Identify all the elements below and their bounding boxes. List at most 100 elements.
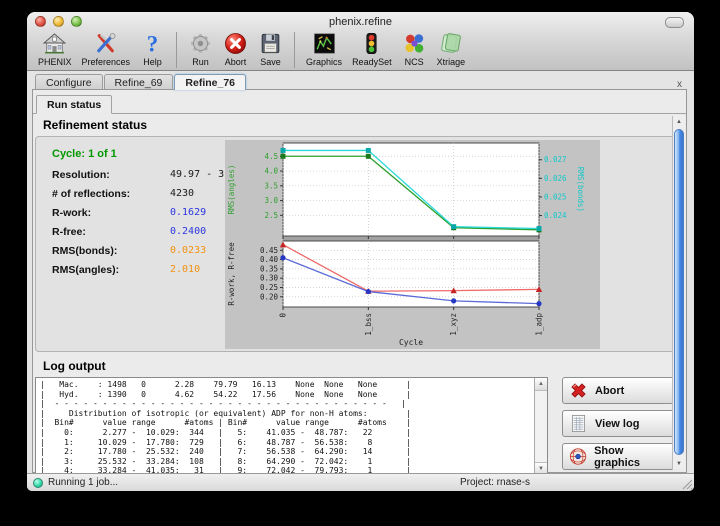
readyset-traffic-light-icon [359,31,384,56]
window-title: phenix.refine [27,16,694,28]
stat-row: Resolution:49.97 - 3.00 [52,169,242,181]
toolbar-button-label: Abort [225,57,247,67]
svg-text:?: ? [147,31,158,56]
show-graphics-button[interactable]: Show graphics [562,443,674,470]
svg-text:RMS(angles): RMS(angles) [227,165,236,215]
close-button[interactable] [35,16,46,27]
toolbar-button-ncs[interactable]: NCS [397,31,432,67]
toolbar-separator [176,32,177,68]
toolbar-button-label: PHENIX [38,57,72,67]
titlebar[interactable]: phenix.refine [27,12,694,31]
toolbar: PHENIX Preferences ?Help Run Abort Save Graphi… [27,31,694,70]
log-scrollbar[interactable]: ▲ ▼ [534,378,547,475]
tab-refine_69[interactable]: Refine_69 [104,74,174,90]
window-controls [35,16,82,27]
svg-text:3.5: 3.5 [264,181,278,190]
toolbar-button-readyset[interactable]: ReadySet [347,31,397,67]
refinement-panel: Cycle: 1 of 1 Resolution:49.97 - 3.00 # o… [35,136,678,352]
stat-label: RMS(bonds): [52,245,170,257]
stat-row: R-free:0.2400 [52,226,242,238]
abort-icon [223,31,248,56]
action-button-label: Show graphics [594,445,669,469]
main-scrollbar[interactable]: ▲ ▼ [672,116,685,469]
svg-text:0.026: 0.026 [544,174,567,183]
toolbar-button-label: Xtriage [437,57,466,67]
action-buttons: Abort View log Show graphics [562,377,674,476]
toolbar-button-label: Preferences [82,57,131,67]
svg-text:0.25: 0.25 [260,283,278,292]
svg-text:0.024: 0.024 [544,211,567,220]
toolbar-button-preferences[interactable]: Preferences [77,31,136,67]
stat-label: # of reflections: [52,188,170,200]
tab-bar: ConfigureRefine_69Refine_76x [27,71,694,90]
toolbar-button-abort[interactable]: Abort [218,31,253,67]
svg-text:RMS(bonds): RMS(bonds) [576,167,585,212]
run-gear-icon [188,31,213,56]
tab-run-status[interactable]: Run status [36,95,112,114]
tab-refine_76[interactable]: Refine_76 [174,74,246,90]
refinement-status-heading: Refinement status [43,118,686,132]
scroll-down-icon[interactable]: ▼ [673,458,685,469]
svg-text:1_xyz: 1_xyz [449,313,458,336]
zoom-button[interactable] [71,16,82,27]
stat-row: # of reflections:4230 [52,188,242,200]
phenix-home-icon [42,31,67,56]
toolbar-button-label: Run [192,57,209,67]
minimize-button[interactable] [53,16,64,27]
preferences-tools-icon [93,31,118,56]
scroll-up-icon[interactable]: ▲ [535,378,547,391]
toolbar-button-label: Graphics [306,57,342,67]
log-output-box[interactable]: | Mac. : 1498 0 2.28 79.79 16.13 None No… [35,377,548,476]
stat-value: 4230 [170,188,194,200]
chart-container: 2.53.03.54.04.50.0240.0250.0260.027RMS(a… [225,140,600,349]
resize-grip-icon[interactable] [681,478,693,490]
xtriage-icon [438,31,463,56]
toolbar-button-run[interactable]: Run [183,31,218,67]
action-button-label: Abort [595,385,624,397]
svg-text:0.027: 0.027 [544,155,567,164]
svg-text:1_adp: 1_adp [535,313,544,336]
stat-value: 0.1629 [170,207,206,219]
refinement-chart: 2.53.03.54.04.50.0240.0250.0260.027RMS(a… [225,140,600,349]
abort-button[interactable]: Abort [562,377,674,404]
show-graphics-icon [568,446,588,467]
stat-row: RMS(bonds):0.0233 [52,245,242,257]
toolbar-separator [294,32,295,68]
view-log-icon [568,413,589,434]
toolbar-toggle-button[interactable] [665,17,684,28]
toolbar-button-help[interactable]: ?Help [135,31,170,67]
scrollbar-thumb[interactable] [674,129,684,455]
stat-label: RMS(angles): [52,264,170,276]
status-text: Running 1 job... [48,477,118,488]
stat-value: 0.2400 [170,226,206,238]
toolbar-button-xtriage[interactable]: Xtriage [432,31,471,67]
toolbar-button-label: Save [260,57,281,67]
svg-text:0.45: 0.45 [260,246,278,255]
log-row: | Mac. : 1498 0 2.28 79.79 16.13 None No… [35,377,686,476]
toolbar-button-phenix[interactable]: PHENIX [33,31,77,67]
scroll-up-icon[interactable]: ▲ [673,116,685,127]
toolbar-button-graphics[interactable]: Graphics [301,31,347,67]
action-button-label: View log [595,418,639,430]
toolbar-button-label: ReadySet [352,57,392,67]
app-window: phenix.refine PHENIX Preferences ?Help Run A… [27,12,694,491]
svg-text:0.30: 0.30 [260,274,279,283]
svg-text:3.0: 3.0 [264,196,278,205]
svg-text:R-work, R-free: R-work, R-free [227,242,236,306]
stat-value: 0.0233 [170,245,206,257]
svg-text:4.0: 4.0 [264,167,278,176]
svg-text:0.35: 0.35 [260,264,278,273]
cycle-label: Cycle: 1 of 1 [52,148,242,160]
stat-label: Resolution: [52,169,170,181]
svg-text:0: 0 [279,313,288,318]
svg-text:4.5: 4.5 [264,152,278,161]
svg-text:Cycle: Cycle [399,338,423,347]
tab-configure[interactable]: Configure [35,74,103,90]
log-text: | Mac. : 1498 0 2.28 79.79 16.13 None No… [36,378,547,476]
stat-label: R-work: [52,207,170,219]
view-log-button[interactable]: View log [562,410,674,437]
toolbar-button-save[interactable]: Save [253,31,288,67]
project-label: Project: rnase-s [460,477,530,488]
window-header: phenix.refine PHENIX Preferences ?Help Run A… [27,12,694,71]
content-frame: Run status Refinement status Cycle: 1 of… [32,89,687,473]
